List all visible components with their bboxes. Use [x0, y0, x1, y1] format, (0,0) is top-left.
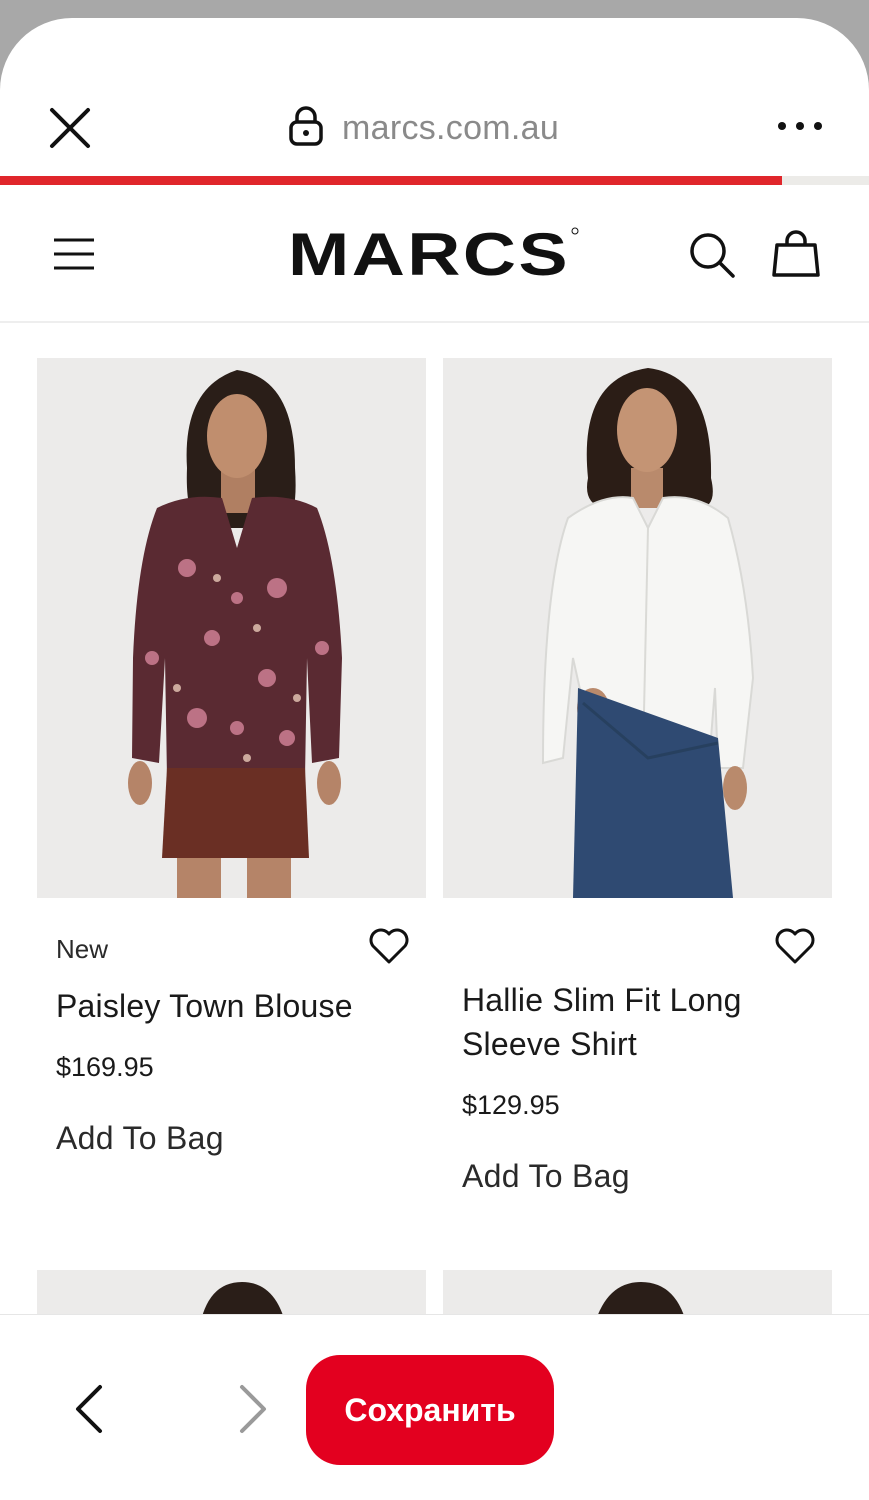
product-image[interactable] [443, 358, 832, 898]
page-load-progress [0, 176, 869, 185]
chevron-left-icon[interactable] [66, 1381, 114, 1437]
product-name[interactable]: Paisley Town Blouse [56, 984, 416, 1028]
browser-toolbar: marcs.com.au [0, 18, 869, 176]
product-image[interactable] [37, 358, 426, 898]
brand-logo[interactable]: MARCS [288, 221, 580, 288]
chevron-right-icon[interactable] [228, 1381, 276, 1437]
product-name[interactable]: Hallie Slim Fit Long Sleeve Shirt [462, 978, 802, 1066]
product-price: $169.95 [56, 1052, 154, 1082]
site-header: MARCS [0, 185, 869, 323]
product-badge: New [56, 934, 109, 964]
heart-icon[interactable] [368, 926, 410, 966]
url-text: marcs.com.au [342, 108, 560, 147]
save-button[interactable]: Сохранить [306, 1355, 554, 1465]
add-to-bag-button[interactable]: Add To Bag [56, 1120, 224, 1157]
more-horizontal-icon[interactable] [772, 114, 828, 138]
heart-icon[interactable] [774, 926, 816, 966]
page-load-progress-fill [0, 176, 783, 185]
brand-logo-text: MARCS [288, 223, 570, 283]
bottom-toolbar: Сохранить [0, 1314, 869, 1500]
close-icon[interactable] [46, 104, 94, 152]
browser-sheet: marcs.com.au MARCS New Paisley Town Blou… [0, 18, 869, 1500]
add-to-bag-button[interactable]: Add To Bag [462, 1158, 630, 1195]
address-bar[interactable]: marcs.com.au [288, 105, 560, 151]
hamburger-icon[interactable] [52, 237, 96, 271]
search-icon[interactable] [688, 231, 736, 279]
lock-icon [288, 105, 324, 151]
product-price: $129.95 [462, 1090, 560, 1120]
shopping-bag-icon[interactable] [772, 229, 820, 279]
